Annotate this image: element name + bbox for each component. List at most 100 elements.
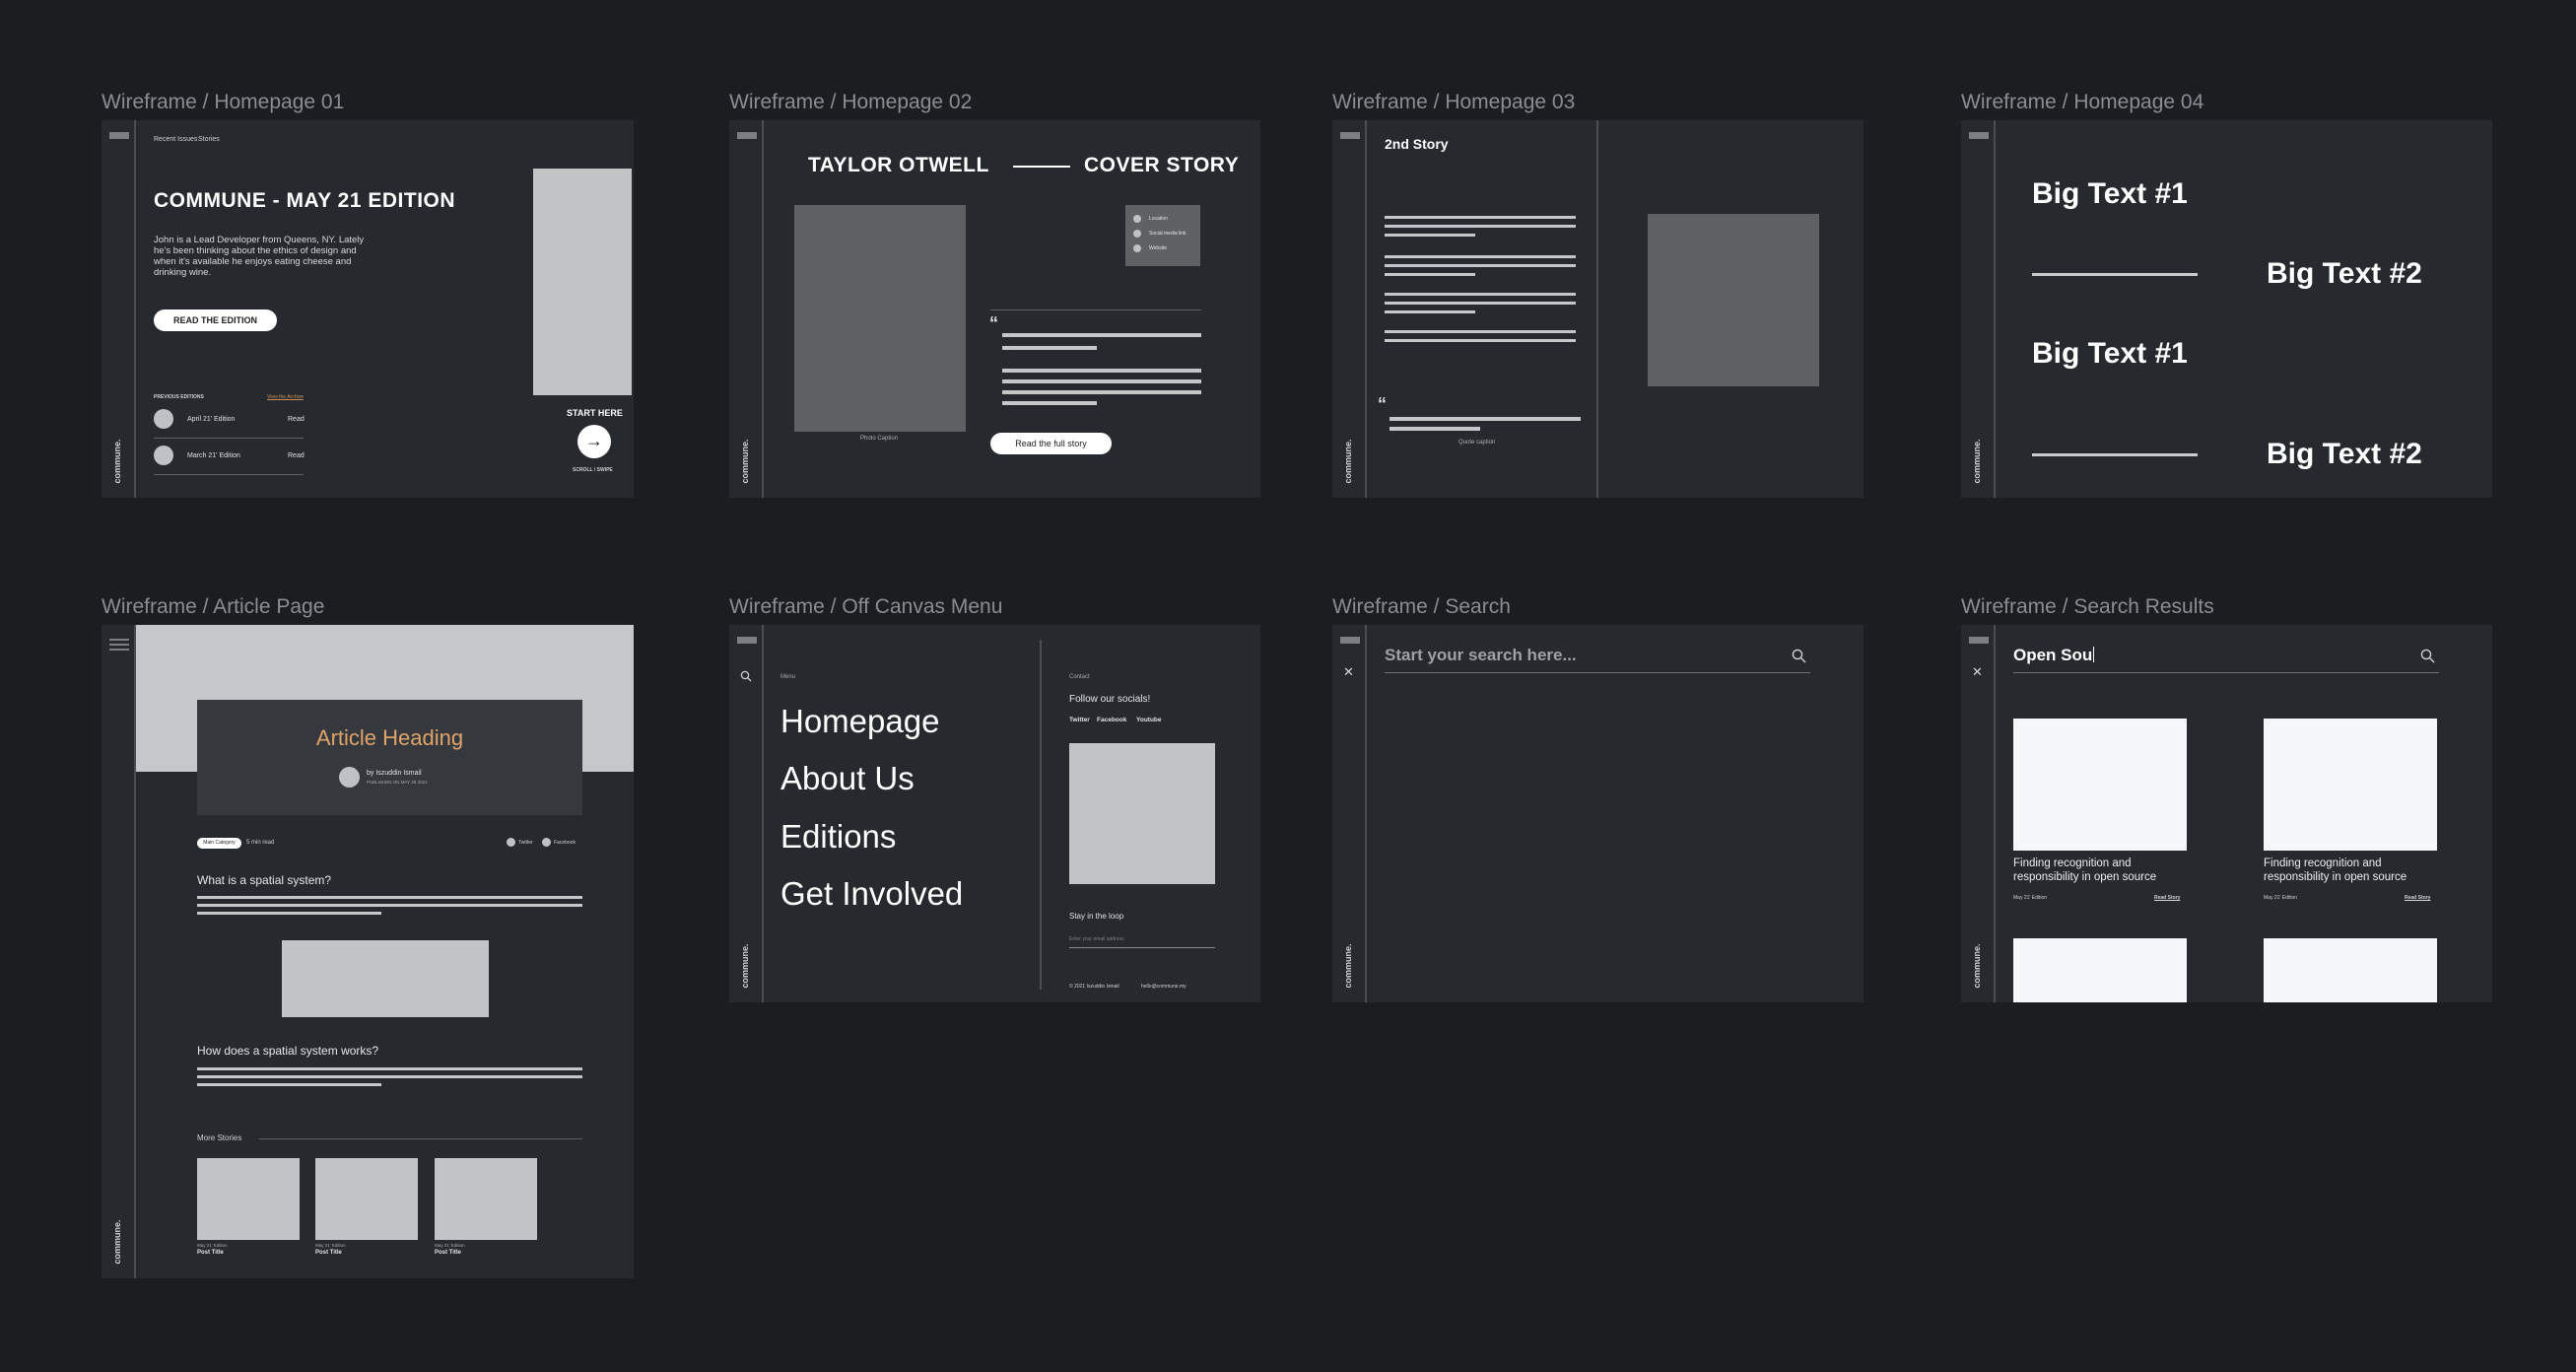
article-heading: Article Heading <box>315 725 464 750</box>
contact-label: Contact <box>1069 674 1090 680</box>
menu-icon[interactable] <box>1340 637 1360 644</box>
publish-date: PUBLISHED ON MAY 28 2021 <box>367 780 428 785</box>
post-title[interactable]: Post Title <box>197 1250 224 1256</box>
post-thumb[interactable] <box>435 1158 537 1240</box>
menu-item-get-involved[interactable]: Get Involved <box>780 875 963 913</box>
frame-title-homepage-01: Wireframe / Homepage 01 <box>102 91 345 113</box>
social-twitter[interactable]: Twitter <box>1069 717 1090 723</box>
input-underline <box>1069 947 1215 948</box>
nav-recent-issues[interactable]: Recent Issues <box>154 136 197 143</box>
read-edition-link[interactable]: Read <box>288 452 305 459</box>
quote-mark: “ <box>989 313 998 333</box>
previous-editions-label: PREVIOUS EDITIONS <box>154 394 204 400</box>
search-input[interactable]: Start your search here... <box>1385 646 1577 665</box>
menu-icon[interactable] <box>109 132 129 139</box>
globe-icon <box>1133 244 1141 252</box>
post-title[interactable]: Post Title <box>435 1250 461 1256</box>
frame-homepage-04: commune. Big Text #1 Big Text #2 Big Tex… <box>1961 120 2492 498</box>
read-full-story-button[interactable]: Read the full story <box>990 433 1112 454</box>
read-time: 5 min read <box>246 840 275 846</box>
meta-website[interactable]: Website <box>1149 245 1167 251</box>
post-date: May 21' Edition <box>435 1243 465 1248</box>
title-separator <box>1013 166 1070 168</box>
menu-icon[interactable] <box>1969 132 1989 139</box>
divider <box>259 1138 582 1139</box>
search-icon[interactable] <box>1792 649 1806 663</box>
post-thumb[interactable] <box>315 1158 418 1240</box>
text-line <box>1385 339 1576 342</box>
post-date: May 21' Edition <box>197 1243 228 1248</box>
share-twitter[interactable]: Twitter <box>518 840 533 846</box>
post-thumb[interactable] <box>197 1158 300 1240</box>
result-title[interactable]: Finding recognition and responsibility i… <box>2013 857 2191 884</box>
text-line <box>197 896 582 899</box>
sidebar: ✕ commune. <box>1332 625 1367 1002</box>
quote-line <box>1390 427 1480 431</box>
read-edition-link[interactable]: Read <box>288 416 305 423</box>
menu-item-editions[interactable]: Editions <box>780 818 896 856</box>
sidebar: commune. <box>1961 120 1996 498</box>
category-tag[interactable]: Main Category <box>197 838 241 849</box>
frame-off-canvas-menu: commune. Menu Homepage About Us Editions… <box>729 625 1260 1002</box>
contact-email-link[interactable]: hello@commune.my <box>1141 984 1186 990</box>
result-thumb[interactable] <box>2013 938 2187 1002</box>
read-story-link[interactable]: Read Story <box>2154 895 2180 901</box>
divider <box>2032 453 2198 456</box>
meta-social[interactable]: Social media link <box>1149 231 1186 237</box>
sidebar: commune. <box>102 120 136 498</box>
sidebar: commune. <box>729 625 764 1002</box>
menu-icon[interactable] <box>1969 637 1989 644</box>
menu-icon[interactable] <box>109 639 129 651</box>
cover-story-label: COVER STORY <box>1084 154 1240 176</box>
big-text-1: Big Text #1 <box>2032 337 2188 370</box>
result-thumb[interactable] <box>2013 719 2187 851</box>
result-thumb[interactable] <box>2264 719 2437 851</box>
sidebar: ✕ commune. <box>1961 625 1996 1002</box>
quote-line <box>1390 417 1581 421</box>
post-title[interactable]: Post Title <box>315 1250 342 1256</box>
menu-icon[interactable] <box>737 132 757 139</box>
search-underline <box>1385 672 1810 673</box>
menu-icon[interactable] <box>737 637 757 644</box>
frame-homepage-03: commune. 2nd Story “ Quote caption <box>1332 120 1864 498</box>
menu-item-homepage[interactable]: Homepage <box>780 703 939 740</box>
share-facebook[interactable]: Facebook <box>554 840 576 846</box>
view-archive-link[interactable]: View the Archive <box>267 394 304 400</box>
vertical-logo: commune. <box>1343 943 1353 989</box>
social-facebook[interactable]: Facebook <box>1097 717 1126 723</box>
menu-item-about-us[interactable]: About Us <box>780 760 915 797</box>
facebook-icon[interactable] <box>542 838 551 847</box>
close-icon[interactable]: ✕ <box>1343 665 1354 679</box>
arrow-right-icon[interactable]: → <box>577 425 611 458</box>
nav-stories[interactable]: Stories <box>198 136 220 143</box>
menu-label: Menu <box>780 674 796 680</box>
text-line <box>1385 273 1475 276</box>
search-icon[interactable] <box>740 670 752 682</box>
close-icon[interactable]: ✕ <box>1972 665 1983 679</box>
link-icon <box>1133 230 1141 238</box>
frame-title-homepage-04: Wireframe / Homepage 04 <box>1961 91 2204 113</box>
social-youtube[interactable]: Youtube <box>1136 717 1162 723</box>
read-edition-button[interactable]: READ THE EDITION <box>154 309 277 331</box>
text-line <box>1385 264 1576 267</box>
read-story-link[interactable]: Read Story <box>2405 895 2430 901</box>
twitter-icon[interactable] <box>507 838 515 847</box>
text-line <box>1002 401 1097 405</box>
result-thumb[interactable] <box>2264 938 2437 1002</box>
big-text-2: Big Text #2 <box>2267 438 2422 470</box>
newsletter-email-input[interactable]: Enter your email address <box>1069 936 1124 942</box>
frame-title-search: Wireframe / Search <box>1332 595 1511 618</box>
big-text-1: Big Text #1 <box>2032 177 2188 210</box>
section-heading: How does a spatial system works? <box>197 1044 379 1058</box>
avatar <box>339 767 360 788</box>
menu-icon[interactable] <box>1340 132 1360 139</box>
frame-homepage-01: commune. Recent Issues Stories COMMUNE -… <box>102 120 634 498</box>
edition-name: April 21' Edition <box>187 416 236 423</box>
search-icon[interactable] <box>2420 649 2435 663</box>
location-icon <box>1133 215 1141 223</box>
search-input[interactable]: Open Sou <box>2013 646 2095 665</box>
text-line <box>1385 330 1576 333</box>
result-title[interactable]: Finding recognition and responsibility i… <box>2264 857 2441 884</box>
cover-image-placeholder <box>794 205 966 432</box>
section-heading: What is a spatial system? <box>197 873 332 887</box>
